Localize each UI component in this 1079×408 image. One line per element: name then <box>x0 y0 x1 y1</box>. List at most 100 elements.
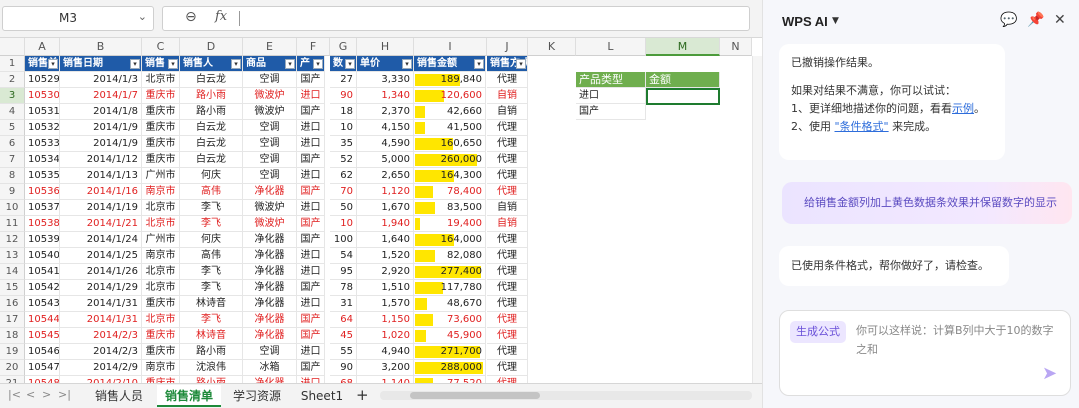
table-cell[interactable]: 代理 <box>487 264 528 280</box>
table-cell[interactable]: 41,500 <box>414 120 486 136</box>
table-cell[interactable]: 1,120 <box>357 184 414 200</box>
table-cell[interactable]: 进口 <box>297 88 325 104</box>
table-cell[interactable]: 重庆市 <box>142 136 180 152</box>
table-cell[interactable]: 代理 <box>487 232 528 248</box>
active-cell-selection[interactable] <box>646 88 720 105</box>
table-cell[interactable]: 2014/2/3 <box>60 328 142 344</box>
table-cell[interactable]: 10538 <box>25 216 60 232</box>
side-table-header-value[interactable]: 金额 <box>646 72 720 88</box>
table-cell[interactable]: 北京市 <box>142 216 180 232</box>
table-cell[interactable]: 189,840 <box>414 72 486 88</box>
table-cell[interactable]: 代理 <box>487 152 528 168</box>
table-cell[interactable]: 自销 <box>487 216 528 232</box>
table-cell[interactable]: 进口 <box>297 264 325 280</box>
table-cell[interactable]: 重庆市 <box>142 344 180 360</box>
table-cell[interactable]: 2014/1/9 <box>60 136 142 152</box>
table-cell[interactable]: 空调 <box>243 168 297 184</box>
conditional-format-link[interactable]: "条件格式" <box>835 120 889 133</box>
panel-title[interactable]: WPS AI <box>782 14 828 29</box>
table-cell[interactable]: 78,400 <box>414 184 486 200</box>
table-cell[interactable]: 国产 <box>297 280 325 296</box>
table-cell[interactable]: 国产 <box>297 216 325 232</box>
row-header[interactable]: 20 <box>0 360 25 376</box>
row-header[interactable]: 2 <box>0 72 25 88</box>
table-cell[interactable]: 冰箱 <box>243 360 297 376</box>
horizontal-scrollbar[interactable] <box>380 391 752 400</box>
table-cell[interactable]: 代理 <box>487 136 528 152</box>
filter-dropdown-icon[interactable]: ▾ <box>130 59 140 69</box>
table-cell[interactable]: 10546 <box>25 344 60 360</box>
table-cell[interactable]: 代理 <box>487 328 528 344</box>
table-cell[interactable]: 1,640 <box>357 232 414 248</box>
table-cell[interactable]: 进口 <box>297 136 325 152</box>
table-header-cell[interactable]: 销售方式 ▾ <box>487 56 528 72</box>
table-header-cell[interactable]: 销售单 ▾ <box>25 56 60 72</box>
table-header-cell[interactable]: 数 ▾ <box>330 56 357 72</box>
tab-sheet1[interactable]: Sheet1 <box>295 385 349 407</box>
column-header[interactable]: H <box>357 38 414 56</box>
table-cell[interactable]: 北京市 <box>142 200 180 216</box>
table-cell[interactable]: 45,900 <box>414 328 486 344</box>
table-cell[interactable]: 国产 <box>297 312 325 328</box>
table-cell[interactable]: 南京市 <box>142 248 180 264</box>
table-cell[interactable]: 南京市 <box>142 184 180 200</box>
column-header[interactable]: N <box>720 38 752 56</box>
table-cell[interactable]: 45 <box>330 328 357 344</box>
table-cell[interactable]: 160,650 <box>414 136 486 152</box>
table-cell[interactable]: 1,020 <box>357 328 414 344</box>
table-cell[interactable]: 国产 <box>297 104 325 120</box>
table-cell[interactable]: 代理 <box>487 168 528 184</box>
table-cell[interactable]: 90 <box>330 360 357 376</box>
table-cell[interactable]: 277,400 <box>414 264 486 280</box>
table-cell[interactable]: 空调 <box>243 72 297 88</box>
table-cell[interactable]: 10540 <box>25 248 60 264</box>
table-header-cell[interactable]: 销售 ▾ <box>142 56 180 72</box>
row-header[interactable]: 5 <box>0 120 25 136</box>
table-cell[interactable]: 重庆市 <box>142 296 180 312</box>
table-cell[interactable]: 进口 <box>297 168 325 184</box>
table-cell[interactable]: 进口 <box>297 344 325 360</box>
table-cell[interactable]: 净化器 <box>243 280 297 296</box>
tab-sales-staff[interactable]: 销售人员 <box>88 385 150 407</box>
filter-dropdown-icon[interactable]: ▾ <box>516 59 526 69</box>
filter-dropdown-icon[interactable]: ▾ <box>402 59 412 69</box>
table-cell[interactable]: 国产 <box>297 232 325 248</box>
table-cell[interactable]: 重庆市 <box>142 104 180 120</box>
ai-input-box[interactable]: 生成公式 你可以这样说：计算B列中大于10的数字之和 ➤ <box>779 310 1071 396</box>
table-cell[interactable]: 48,670 <box>414 296 486 312</box>
table-cell[interactable]: 2014/1/26 <box>60 264 142 280</box>
row-header[interactable]: 10 <box>0 200 25 216</box>
table-cell[interactable]: 78 <box>330 280 357 296</box>
chat-icon[interactable]: 💬 <box>1000 12 1017 28</box>
table-header-cell[interactable]: 销售人 ▾ <box>180 56 243 72</box>
table-cell[interactable]: 代理 <box>487 280 528 296</box>
example-link[interactable]: 示例 <box>952 102 974 115</box>
ai-input-placeholder[interactable]: 你可以这样说：计算B列中大于10的数字之和 <box>856 321 1056 359</box>
add-sheet-button[interactable]: + <box>356 386 369 404</box>
first-sheet-icon[interactable]: |< <box>8 388 21 401</box>
table-cell[interactable]: 2014/1/31 <box>60 296 142 312</box>
side-table-row-label[interactable]: 国产 <box>576 104 646 120</box>
table-cell[interactable]: 52 <box>330 152 357 168</box>
table-cell[interactable]: 164,000 <box>414 232 486 248</box>
table-cell[interactable]: 自销 <box>487 200 528 216</box>
table-cell[interactable]: 代理 <box>487 296 528 312</box>
last-sheet-icon[interactable]: >| <box>58 388 71 401</box>
table-cell[interactable]: 2,370 <box>357 104 414 120</box>
table-cell[interactable]: 何庆 <box>180 232 243 248</box>
row-header[interactable]: 6 <box>0 136 25 152</box>
table-cell[interactable]: 自销 <box>487 104 528 120</box>
close-icon[interactable]: ✕ <box>1054 12 1066 28</box>
table-cell[interactable]: 27 <box>330 72 357 88</box>
table-cell[interactable]: 代理 <box>487 248 528 264</box>
table-cell[interactable]: 2014/1/12 <box>60 152 142 168</box>
table-cell[interactable]: 高伟 <box>180 184 243 200</box>
table-cell[interactable]: 4,940 <box>357 344 414 360</box>
column-header[interactable]: J <box>487 38 528 56</box>
table-cell[interactable]: 70 <box>330 184 357 200</box>
table-cell[interactable]: 李飞 <box>180 312 243 328</box>
table-cell[interactable]: 2014/1/7 <box>60 88 142 104</box>
table-cell[interactable]: 117,780 <box>414 280 486 296</box>
table-cell[interactable]: 10537 <box>25 200 60 216</box>
table-cell[interactable]: 净化器 <box>243 248 297 264</box>
